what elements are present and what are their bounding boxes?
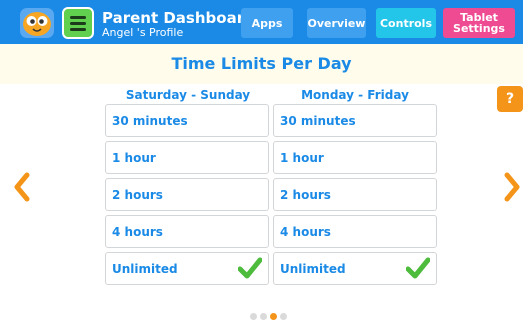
option-label: 2 hours: [112, 188, 163, 202]
option-label: Unlimited: [280, 262, 346, 276]
option-label: 2 hours: [280, 188, 331, 202]
page-indicator: [250, 313, 290, 321]
weekday-option-30-minutes[interactable]: 30 minutes: [273, 104, 437, 137]
menu-bar: [70, 22, 86, 25]
page-dot[interactable]: [260, 313, 267, 320]
tab-overview[interactable]: Overview: [307, 8, 366, 38]
weekend-option-4-hours[interactable]: 4 hours: [105, 215, 269, 248]
weekday-column-heading: Monday - Friday: [301, 88, 409, 102]
page-dot[interactable]: [280, 313, 287, 320]
checkmark-icon: [238, 257, 262, 279]
chevron-right-icon[interactable]: [503, 172, 521, 202]
checkmark-icon: [406, 257, 430, 279]
weekend-option-2-hours[interactable]: 2 hours: [105, 178, 269, 211]
option-label: 1 hour: [112, 151, 156, 165]
top-bar: Parent Dashboard Angel 's Profile Apps O…: [0, 0, 523, 44]
weekday-option-unlimited[interactable]: Unlimited: [273, 252, 437, 285]
menu-bar: [70, 16, 86, 19]
owl-logo-icon[interactable]: [20, 8, 54, 38]
option-label: 30 minutes: [280, 114, 356, 128]
profile-subtitle: Angel 's Profile: [102, 26, 184, 39]
menu-icon[interactable]: [62, 7, 94, 39]
help-button[interactable]: ?: [497, 86, 523, 112]
tab-apps[interactable]: Apps: [241, 8, 293, 38]
page-title: Time Limits Per Day: [171, 54, 352, 73]
chevron-left-icon[interactable]: [13, 172, 31, 202]
page-dot-active[interactable]: [270, 313, 277, 320]
weekend-option-1-hour[interactable]: 1 hour: [105, 141, 269, 174]
page-header-title: Parent Dashboard: [102, 9, 255, 27]
weekday-option-4-hours[interactable]: 4 hours: [273, 215, 437, 248]
weekend-option-unlimited[interactable]: Unlimited: [105, 252, 269, 285]
weekday-option-1-hour[interactable]: 1 hour: [273, 141, 437, 174]
option-label: Unlimited: [112, 262, 178, 276]
option-label: 30 minutes: [112, 114, 188, 128]
tab-controls[interactable]: Controls: [376, 8, 436, 38]
option-label: 4 hours: [280, 225, 331, 239]
menu-bar: [70, 28, 86, 31]
page-dot[interactable]: [250, 313, 257, 320]
tab-tablet-settings[interactable]: Tablet Settings: [443, 8, 515, 38]
weekend-option-30-minutes[interactable]: 30 minutes: [105, 104, 269, 137]
weekend-column-heading: Saturday - Sunday: [125, 88, 251, 102]
option-label: 1 hour: [280, 151, 324, 165]
option-label: 4 hours: [112, 225, 163, 239]
weekday-option-2-hours[interactable]: 2 hours: [273, 178, 437, 211]
